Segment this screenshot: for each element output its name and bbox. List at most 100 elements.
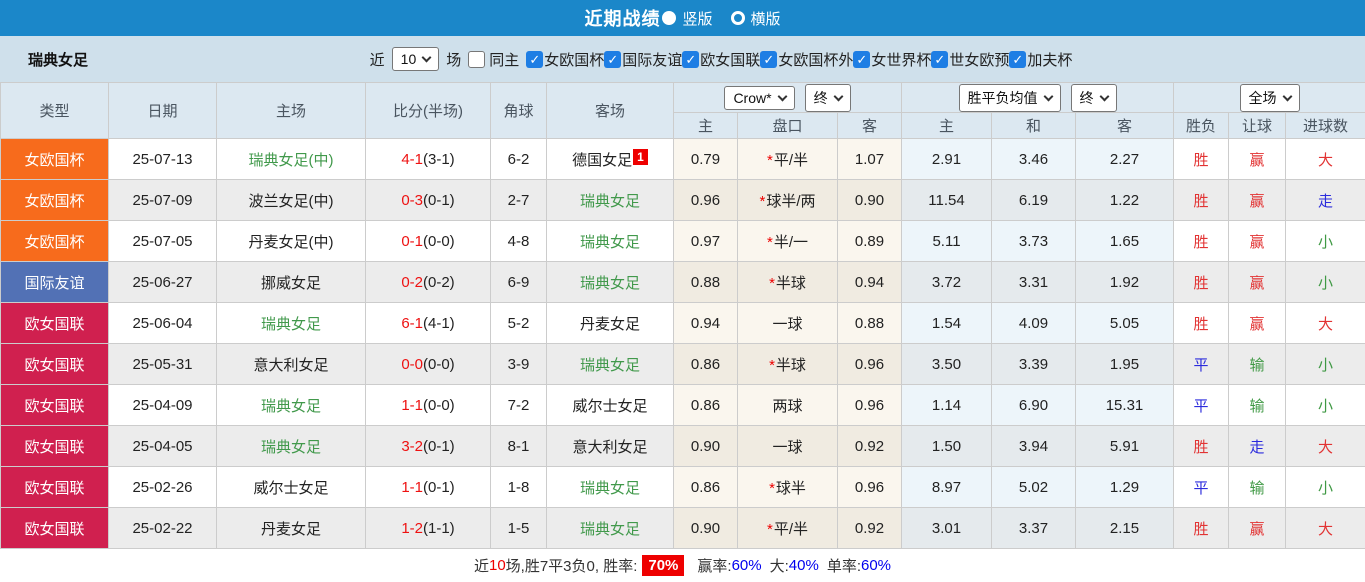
col-header-home: 主场: [217, 83, 366, 139]
col-header-away: 客场: [547, 83, 674, 139]
goals-cell: 小: [1286, 467, 1365, 508]
fulltime-score: 1-1: [401, 479, 423, 496]
away-team-cell[interactable]: 瑞典女足: [547, 344, 674, 385]
avg-away-cell: 1.22: [1076, 180, 1174, 221]
avg-time-select[interactable]: 终: [1071, 84, 1117, 112]
score-cell: 0-3(0-1): [366, 180, 491, 221]
handicap-rate-value: 60%: [732, 557, 762, 574]
competition-checkbox-item[interactable]: ✓女世界杯: [853, 49, 931, 70]
checkbox-checked-icon: ✓: [931, 51, 948, 68]
home-team[interactable]: 波兰女足(中): [217, 180, 366, 221]
scope-select[interactable]: 全场: [1240, 84, 1300, 112]
handicap-value: 平/半: [774, 152, 808, 169]
match-date: 25-06-27: [109, 262, 217, 303]
away-team-cell[interactable]: 瑞典女足: [547, 180, 674, 221]
match-count-select[interactable]: 10: [392, 47, 440, 71]
avg-away-cell: 1.29: [1076, 467, 1174, 508]
home-team[interactable]: 丹麦女足(中): [217, 221, 366, 262]
competition-label: 女欧国杯: [544, 49, 604, 70]
avg-away-cell: 1.92: [1076, 262, 1174, 303]
same-home-checkbox-item[interactable]: 同主: [468, 49, 522, 70]
goals-cell: 小: [1286, 262, 1365, 303]
avg-type-value: 胜平负均值: [968, 88, 1038, 108]
away-team-cell[interactable]: 威尔士女足: [547, 385, 674, 426]
result-cell: 平: [1174, 344, 1229, 385]
match-date: 25-07-13: [109, 139, 217, 180]
col-header-score: 比分(半场): [366, 83, 491, 139]
competition-checkbox-item[interactable]: ✓女欧国杯: [526, 49, 604, 70]
competition-label: 世女欧预: [949, 49, 1009, 70]
summary-count: 10: [489, 557, 506, 574]
handicap-star-icon: *: [759, 193, 765, 210]
avg-home-cell: 8.97: [902, 467, 992, 508]
home-team[interactable]: 瑞典女足(中): [217, 139, 366, 180]
home-team[interactable]: 瑞典女足: [217, 385, 366, 426]
home-team[interactable]: 挪威女足: [217, 262, 366, 303]
avg-home-cell: 3.72: [902, 262, 992, 303]
avg-draw-cell: 3.73: [992, 221, 1076, 262]
away-team-cell[interactable]: 丹麦女足: [547, 303, 674, 344]
sub-header-avg-away: 客: [1076, 113, 1174, 139]
handicap-star-icon: *: [767, 152, 773, 169]
goals-cell: 大: [1286, 303, 1365, 344]
away-team: 瑞典女足: [580, 521, 640, 538]
home-team[interactable]: 威尔士女足: [217, 467, 366, 508]
odds-away-cell: 0.96: [838, 467, 902, 508]
match-date: 25-07-09: [109, 180, 217, 221]
avg-draw-cell: 6.90: [992, 385, 1076, 426]
halftime-score: (0-1): [423, 479, 455, 496]
away-team-cell[interactable]: 瑞典女足: [547, 508, 674, 549]
let-cell: 输: [1229, 467, 1286, 508]
avg-draw-cell: 3.94: [992, 426, 1076, 467]
let-cell: 赢: [1229, 139, 1286, 180]
competition-checkbox-item[interactable]: ✓女欧国杯外: [760, 49, 853, 70]
fulltime-score: 0-3: [401, 192, 423, 209]
halftime-score: (0-1): [423, 438, 455, 455]
competition-checkbox-item[interactable]: ✓加夫杯: [1009, 49, 1072, 70]
handicap-cell: 两球: [738, 385, 838, 426]
fulltime-score: 4-1: [401, 151, 423, 168]
away-team: 瑞典女足: [580, 234, 640, 251]
layout-radio-horizontal[interactable]: 横版: [713, 8, 781, 29]
handicap-cell: *平/半: [738, 508, 838, 549]
home-team[interactable]: 瑞典女足: [217, 303, 366, 344]
match-type-cell: 欧女国联: [1, 467, 109, 508]
avg-away-cell: 1.65: [1076, 221, 1174, 262]
odds-company-value: Crow*: [733, 90, 771, 106]
competition-checkbox-item[interactable]: ✓国际友谊: [604, 49, 682, 70]
odds-home-cell: 0.86: [674, 385, 738, 426]
layout-radio-vertical[interactable]: 竖版: [660, 8, 712, 29]
score-cell: 0-0(0-0): [366, 344, 491, 385]
odds-away-cell: 0.92: [838, 508, 902, 549]
avg-type-select[interactable]: 胜平负均值: [959, 84, 1061, 112]
away-team: 威尔士女足: [572, 398, 647, 415]
home-team[interactable]: 丹麦女足: [217, 508, 366, 549]
sub-header-goals: 进球数: [1286, 113, 1365, 139]
checkbox-checked-icon: ✓: [682, 51, 699, 68]
away-team-cell[interactable]: 德国女足1: [547, 139, 674, 180]
topbar: 近期战绩 竖版 横版: [0, 0, 1365, 36]
home-team[interactable]: 意大利女足: [217, 344, 366, 385]
halftime-score: (3-1): [423, 151, 455, 168]
away-team: 德国女足: [572, 152, 632, 169]
odds-time-select[interactable]: 终: [805, 84, 851, 112]
let-cell: 赢: [1229, 221, 1286, 262]
handicap-rate-label: 赢率:: [697, 555, 731, 576]
competition-checkbox-item[interactable]: ✓世女欧预: [931, 49, 1009, 70]
odds-home-cell: 0.86: [674, 344, 738, 385]
table-row: 女欧国杯 25-07-09 波兰女足(中) 0-3(0-1) 2-7 瑞典女足 …: [1, 180, 1365, 221]
competition-checkbox-item[interactable]: ✓欧女国联: [682, 49, 760, 70]
single-rate-label: 单率:: [827, 555, 861, 576]
away-team-cell[interactable]: 瑞典女足: [547, 221, 674, 262]
odds-away-cell: 1.07: [838, 139, 902, 180]
odds-away-cell: 0.96: [838, 344, 902, 385]
chevron-down-icon: [1282, 91, 1292, 101]
away-team-cell[interactable]: 意大利女足: [547, 426, 674, 467]
handicap-value: 平/半: [774, 521, 808, 538]
goals-cell: 小: [1286, 221, 1365, 262]
home-team[interactable]: 瑞典女足: [217, 426, 366, 467]
odds-company-select[interactable]: Crow*: [724, 86, 794, 110]
corners-cell: 4-8: [491, 221, 547, 262]
away-team-cell[interactable]: 瑞典女足: [547, 467, 674, 508]
away-team-cell[interactable]: 瑞典女足: [547, 262, 674, 303]
